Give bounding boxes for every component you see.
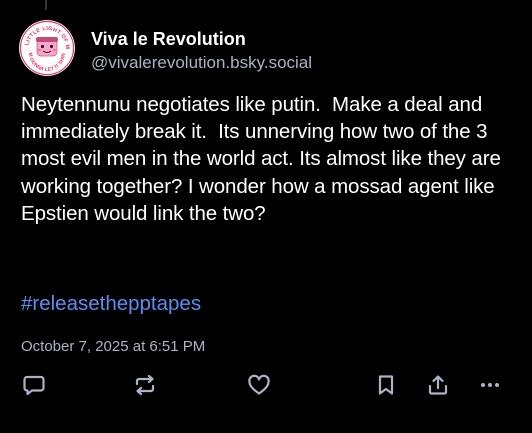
author-display-name[interactable]: Viva le Revolution [91, 28, 312, 50]
more-dots-icon [481, 383, 499, 387]
post-timestamp: October 7, 2025 at 6:51 PM [21, 338, 206, 355]
share-button[interactable] [424, 370, 452, 400]
reply-button[interactable] [20, 370, 48, 400]
share-icon [428, 375, 448, 395]
heart-icon [248, 374, 270, 395]
post-action-bar [0, 370, 532, 404]
cartoon-face-avatar-icon: THE LITTLE LIGHT OF MINE I'M GONNA LET I… [19, 20, 75, 76]
more-options-button[interactable] [476, 370, 504, 400]
post-header: Viva le Revolution @vivalerevolution.bsk… [91, 28, 312, 74]
bookmark-button[interactable] [372, 370, 400, 400]
repost-button[interactable] [131, 370, 159, 400]
post-text: Neytennunu negotiates like putin. Make a… [21, 93, 507, 225]
hashtag-link[interactable]: #releasethepptapes [21, 290, 201, 317]
thread-connector-line [45, 0, 47, 10]
repost-arrows-icon [135, 374, 155, 396]
like-button[interactable] [245, 370, 273, 400]
author-avatar[interactable]: THE LITTLE LIGHT OF MINE I'M GONNA LET I… [19, 20, 75, 76]
reply-bubble-icon [23, 375, 45, 396]
post-card: THE LITTLE LIGHT OF MINE I'M GONNA LET I… [0, 0, 532, 433]
bookmark-icon [378, 375, 394, 395]
author-handle[interactable]: @vivalerevolution.bsky.social [91, 52, 312, 74]
